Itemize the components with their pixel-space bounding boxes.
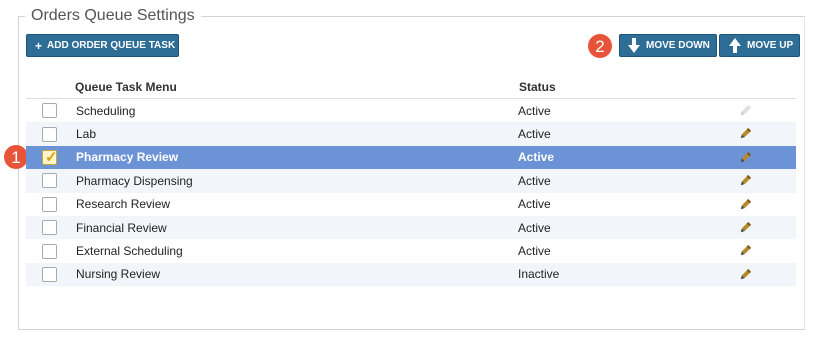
queue-task-status: Active (518, 150, 555, 165)
column-header-queue-task-menu: Queue Task Menu (75, 80, 177, 94)
queue-task-status: Active (518, 127, 551, 142)
callout-badge-1: 1 (4, 145, 28, 169)
column-header-status: Status (519, 80, 556, 94)
table-row[interactable]: Nursing Review Inactive (26, 262, 796, 287)
row-checkbox[interactable]: ✓ (42, 148, 58, 166)
table-row[interactable]: Scheduling Active (26, 99, 796, 122)
queue-task-name: Lab (76, 127, 97, 142)
move-up-label: MOVE UP (747, 40, 794, 51)
row-checkbox[interactable] (42, 220, 57, 236)
queue-task-name: Pharmacy Dispensing (76, 173, 193, 188)
queue-task-name: Nursing Review (76, 267, 161, 282)
edit-pencil-icon[interactable] (738, 198, 752, 212)
add-order-queue-task-button[interactable]: + ADD ORDER QUEUE TASK (26, 34, 179, 57)
queue-task-status: Inactive (518, 267, 560, 282)
edit-pencil-icon[interactable] (738, 221, 752, 235)
edit-pencil-icon[interactable] (738, 151, 752, 165)
move-down-button[interactable]: MOVE DOWN (619, 34, 717, 57)
callout-badge-2: 2 (588, 34, 612, 58)
row-checkbox[interactable] (42, 126, 57, 142)
table-row[interactable]: ✓ Pharmacy Review Active (26, 145, 796, 170)
row-checkbox[interactable] (42, 103, 57, 119)
queue-task-name: Scheduling (76, 103, 136, 118)
move-up-button[interactable]: MOVE UP (719, 34, 800, 57)
queue-task-name: Financial Review (76, 220, 167, 235)
queue-task-status: Active (518, 173, 551, 188)
checkmark-icon: ✓ (45, 148, 58, 166)
panel-title: Orders Queue Settings (25, 6, 201, 26)
edit-pencil-icon[interactable] (738, 127, 752, 141)
arrow-down-icon (628, 38, 640, 53)
table-row[interactable]: Lab Active (26, 122, 796, 146)
add-order-queue-task-label: ADD ORDER QUEUE TASK (47, 40, 176, 51)
move-down-label: MOVE DOWN (646, 40, 710, 51)
edit-pencil-icon[interactable] (738, 104, 752, 118)
queue-task-name: Research Review (76, 197, 171, 212)
row-checkbox[interactable] (42, 173, 57, 189)
queue-task-status: Active (518, 197, 551, 212)
queue-task-table: Scheduling Active Lab Active ✓ Pharmacy Revie… (26, 98, 796, 287)
row-checkbox[interactable] (42, 243, 57, 259)
queue-task-status: Active (518, 220, 551, 235)
queue-task-name: External Scheduling (76, 244, 183, 259)
queue-task-status: Active (518, 244, 551, 259)
row-checkbox[interactable] (42, 196, 57, 212)
row-checkbox[interactable] (42, 266, 57, 282)
edit-pencil-icon[interactable] (738, 174, 752, 188)
table-row[interactable]: External Scheduling Active (26, 239, 796, 262)
edit-pencil-icon[interactable] (738, 244, 752, 258)
edit-pencil-icon[interactable] (738, 268, 752, 282)
table-row[interactable]: Research Review Active (26, 193, 796, 216)
queue-task-status: Active (518, 103, 551, 118)
queue-task-name: Pharmacy Review (76, 150, 179, 165)
table-row[interactable]: Pharmacy Dispensing Active (26, 169, 796, 193)
plus-icon: + (35, 38, 43, 53)
table-row[interactable]: Financial Review Active (26, 215, 796, 240)
arrow-up-icon (729, 38, 741, 53)
